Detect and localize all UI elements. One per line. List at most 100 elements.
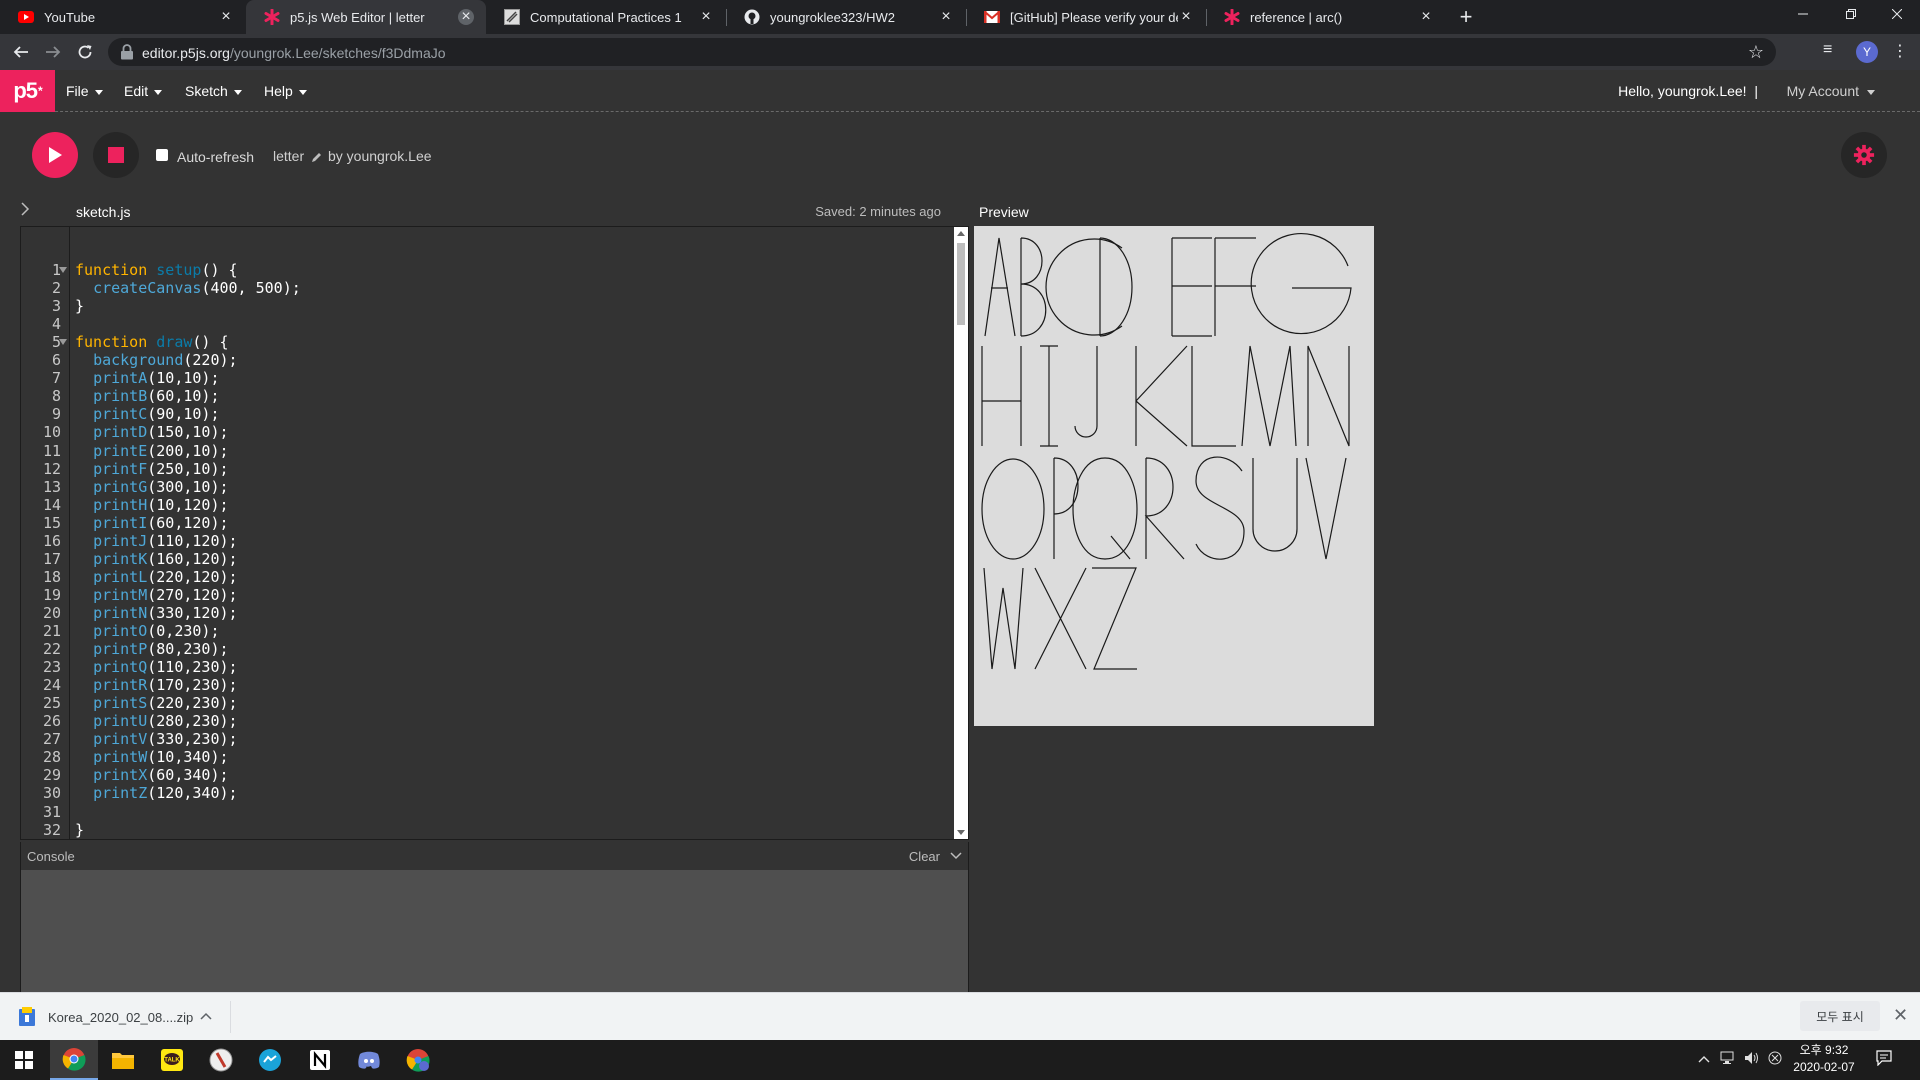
menu-file[interactable]: File — [66, 83, 103, 99]
tab-github-verify[interactable]: [GitHub] Please verify your devi × — [966, 0, 1206, 34]
close-icon[interactable]: × — [1418, 9, 1434, 25]
scroll-up-icon[interactable] — [957, 231, 965, 236]
profile-avatar[interactable]: Y — [1856, 41, 1878, 63]
code-line[interactable]: printC(90,10); — [75, 405, 219, 423]
app-icon[interactable] — [197, 1040, 245, 1080]
tab-reference-arc[interactable]: reference | arc() × — [1206, 0, 1446, 34]
code-line[interactable]: printM(270,120); — [75, 586, 238, 604]
code-line[interactable]: printG(300,10); — [75, 478, 228, 496]
fold-arrow-icon[interactable] — [59, 267, 67, 273]
code-line[interactable]: function draw() { — [75, 333, 229, 351]
close-icon[interactable]: × — [698, 9, 714, 25]
restore-button[interactable] — [1828, 0, 1874, 28]
ime-status-icon[interactable] — [1768, 1051, 1782, 1068]
minimize-button[interactable] — [1780, 0, 1826, 28]
sidebar-toggle[interactable] — [20, 202, 30, 219]
code-line[interactable]: background(220); — [75, 351, 238, 369]
sketch-name[interactable]: letter — [273, 148, 322, 164]
network-icon[interactable] — [1720, 1051, 1736, 1068]
download-file-name[interactable]: Korea_2020_02_08....zip — [48, 1010, 193, 1025]
tab-github-hw2[interactable]: youngroklee323/HW2 × — [726, 0, 966, 34]
code-line[interactable]: printF(250,10); — [75, 460, 228, 478]
forward-button[interactable] — [41, 40, 65, 64]
code-line[interactable]: printB(60,10); — [75, 387, 219, 405]
code-line[interactable]: printH(10,120); — [75, 495, 229, 514]
close-icon[interactable]: × — [458, 9, 474, 25]
chevron-down-icon[interactable] — [950, 847, 962, 863]
code-line[interactable]: printV(330,230); — [75, 730, 238, 748]
menu-edit[interactable]: Edit — [124, 83, 163, 99]
file-explorer-icon[interactable] — [99, 1040, 147, 1080]
code-line[interactable]: printE(200,10); — [75, 442, 228, 460]
address-bar[interactable]: editor.p5js.org/youngrok.Lee/sketches/f3… — [108, 38, 1776, 66]
scrollbar-thumb[interactable] — [957, 243, 965, 325]
bookmark-star-icon[interactable]: ☆ — [1748, 42, 1764, 63]
scroll-down-icon[interactable] — [957, 830, 965, 835]
discord-icon[interactable] — [345, 1040, 393, 1080]
close-icon[interactable]: ✕ — [1893, 1005, 1908, 1026]
my-account-menu[interactable]: My Account — [1787, 83, 1875, 99]
code-line[interactable]: printP(80,230); — [75, 640, 228, 658]
code-line[interactable]: } — [75, 821, 84, 839]
messenger-icon[interactable] — [246, 1040, 294, 1080]
code-line[interactable]: printO(0,230); — [75, 622, 219, 640]
code-editor[interactable]: 1 2 3 4 5 6 7 8 9 10 11 12 13 14 15 16 17 18 19 20 21 22 23 24 2… — [20, 226, 969, 840]
code-line[interactable]: printD(150,10); — [75, 423, 228, 441]
chrome-profile-icon[interactable] — [394, 1040, 442, 1080]
reload-button[interactable] — [73, 40, 97, 64]
auto-refresh-checkbox[interactable] — [156, 149, 168, 161]
settings-button[interactable] — [1841, 132, 1887, 178]
close-icon[interactable]: × — [1178, 9, 1194, 25]
system-clock[interactable]: 오후 9:32 2020-02-07 — [1786, 1042, 1862, 1076]
chrome-icon[interactable] — [50, 1040, 98, 1080]
tray-chevron-up-icon[interactable] — [1698, 1051, 1710, 1066]
console-clear-button[interactable]: Clear — [909, 849, 940, 864]
close-icon[interactable]: × — [938, 9, 954, 25]
code-line[interactable]: printQ(110,230); — [75, 658, 238, 676]
line-number: 15 — [42, 513, 61, 532]
code-line[interactable]: printK(160,120); — [75, 550, 238, 568]
line-number: 21 — [42, 622, 61, 640]
p5-logo[interactable]: p5 * — [0, 70, 55, 112]
chevron-up-icon[interactable] — [200, 1007, 212, 1023]
preview-canvas[interactable] — [974, 226, 1374, 726]
code-token: (60,340); — [147, 766, 229, 785]
play-button[interactable] — [32, 132, 78, 178]
media-control-icon[interactable]: ≡ — [1823, 41, 1832, 59]
windows-start-icon[interactable] — [0, 1040, 48, 1080]
menu-help[interactable]: Help — [264, 83, 307, 99]
fold-arrow-icon[interactable] — [59, 339, 67, 346]
back-button[interactable] — [9, 40, 33, 64]
code-line[interactable]: printZ(120,340); — [75, 784, 238, 802]
file-tab-name[interactable]: sketch.js — [76, 204, 130, 220]
code-line[interactable]: printS(220,230); — [75, 694, 238, 712]
code-line[interactable]: printN(330,120); — [75, 604, 238, 622]
code-line[interactable]: printI(60,120); — [75, 514, 228, 532]
volume-icon[interactable] — [1744, 1051, 1760, 1068]
menu-sketch[interactable]: Sketch — [185, 83, 242, 99]
code-line[interactable]: } — [75, 297, 84, 315]
code-token: (10,120); — [147, 495, 229, 514]
code-line[interactable]: printW(10,340); — [75, 748, 228, 766]
code-line[interactable]: printA(10,10); — [75, 369, 219, 387]
code-line[interactable]: printL(220,120); — [75, 568, 238, 586]
editor-scrollbar[interactable] — [954, 227, 968, 839]
code-line[interactable]: printR(170,230); — [75, 676, 238, 694]
more-menu-icon[interactable]: ⋮ — [1892, 41, 1908, 61]
code-line[interactable]: createCanvas(400, 500); — [75, 279, 301, 297]
code-line[interactable]: function setup() { — [75, 261, 238, 279]
tab-computational-practices[interactable]: Computational Practices 1 × — [486, 0, 726, 34]
kakaotalk-icon[interactable]: TALK — [148, 1040, 196, 1080]
notification-center-icon[interactable] — [1876, 1050, 1892, 1071]
code-line[interactable]: printX(60,340); — [75, 766, 229, 785]
code-line[interactable]: printU(280,230); — [75, 712, 238, 730]
notion-icon[interactable] — [296, 1040, 344, 1080]
tab-youtube[interactable]: YouTube × — [0, 0, 246, 34]
tab-p5-editor[interactable]: p5.js Web Editor | letter × — [246, 0, 486, 34]
new-tab-button[interactable]: + — [1453, 4, 1479, 30]
code-line[interactable]: printJ(110,120); — [75, 532, 238, 550]
close-icon[interactable]: × — [218, 9, 234, 25]
show-all-button[interactable]: 모두 표시 — [1800, 1001, 1880, 1031]
stop-button[interactable] — [93, 132, 139, 178]
close-window-button[interactable] — [1874, 0, 1920, 28]
